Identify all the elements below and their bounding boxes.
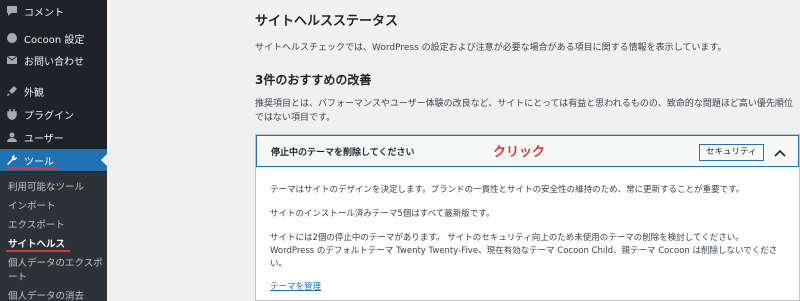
circle-icon xyxy=(6,32,18,44)
sidebar-item-label: ツール xyxy=(24,156,54,168)
submenu-available-tools[interactable]: 利用可能なツール xyxy=(8,179,84,193)
submenu-import[interactable]: インポート xyxy=(8,198,56,212)
sidebar-item-users[interactable]: ユーザー xyxy=(0,126,107,148)
accordion-header[interactable]: 停止中のテーマを削除してください クリック セキュリティ xyxy=(256,135,799,167)
sidebar-item-cocoon-settings[interactable]: Cocoon 設定 xyxy=(0,27,107,49)
mail-icon xyxy=(6,54,18,66)
highlight-underline xyxy=(6,167,58,169)
section-description: 推奨項目とは、パフォーマンスやユーザー体験の改良など、サイトにとっては有益と思わ… xyxy=(255,99,793,123)
sidebar-item-plugins[interactable]: プラグイン xyxy=(0,103,107,125)
submenu-site-health[interactable]: サイトヘルス xyxy=(8,236,65,250)
manage-themes-link[interactable]: テーマを管理 xyxy=(270,280,321,292)
accordion-paragraph: サイトには2個の停止中のテーマがあります。 サイトのセキュリティ向上のため未使用… xyxy=(270,233,778,269)
wrench-icon xyxy=(6,154,18,166)
security-badge: セキュリティ xyxy=(699,144,764,161)
brush-icon xyxy=(6,85,18,97)
plugin-icon xyxy=(6,108,18,120)
section-title: 3件のおすすめの改善 xyxy=(255,73,372,87)
page-title: サイトヘルスステータス xyxy=(255,14,399,29)
accordion-paragraph: テーマはサイトのデザインを決定します。ブランドの一貫性とサイトの安全性の維持のた… xyxy=(270,185,745,195)
sidebar-item-label: コメント xyxy=(24,7,64,19)
submenu-export-personal-data[interactable]: 個人データのエクスポ xyxy=(8,255,103,269)
submenu-erase-personal-data[interactable]: 個人データの消去 xyxy=(8,288,84,301)
sidebar-item-label: 外観 xyxy=(24,87,44,99)
comment-icon xyxy=(6,5,18,17)
accordion-title: 停止中のテーマを削除してください xyxy=(271,148,415,158)
page-description: サイトヘルスチェックでは、WordPress の設定および注意が必要な場合がある… xyxy=(255,43,727,53)
submenu-export-personal-data-cont[interactable]: ート xyxy=(8,269,27,283)
sidebar-item-label: Cocoon 設定 xyxy=(24,34,85,46)
recommendation-accordion: 停止中のテーマを削除してください クリック セキュリティ テーマはサイトのデザイ… xyxy=(255,134,800,301)
accordion-paragraph: サイトのインストール済みテーマ5個はすべて最新版です。 xyxy=(270,209,495,219)
user-icon xyxy=(6,131,18,143)
click-annotation: クリック xyxy=(493,145,546,160)
admin-sidebar: コメント Cocoon 設定 お問い合わせ 外観 プラグイン ユーザー ツール … xyxy=(0,0,107,301)
sidebar-item-label: ユーザー xyxy=(24,133,64,145)
highlight-underline xyxy=(6,250,70,252)
submenu-export[interactable]: エクスポート xyxy=(8,217,65,231)
tools-submenu: 利用可能なツール インポート エクスポート サイトヘルス 個人データのエクスポ … xyxy=(0,172,107,301)
sidebar-item-appearance[interactable]: 外観 xyxy=(0,80,107,102)
sidebar-item-contact[interactable]: お問い合わせ xyxy=(0,49,107,71)
main-content: サイトヘルスステータス サイトヘルスチェックでは、WordPress の設定およ… xyxy=(107,0,800,301)
sidebar-item-label: お問い合わせ xyxy=(24,56,84,68)
sidebar-item-label: プラグイン xyxy=(24,110,74,122)
chevron-up-icon[interactable] xyxy=(773,145,787,159)
sidebar-item-comments[interactable]: コメント xyxy=(0,0,107,22)
